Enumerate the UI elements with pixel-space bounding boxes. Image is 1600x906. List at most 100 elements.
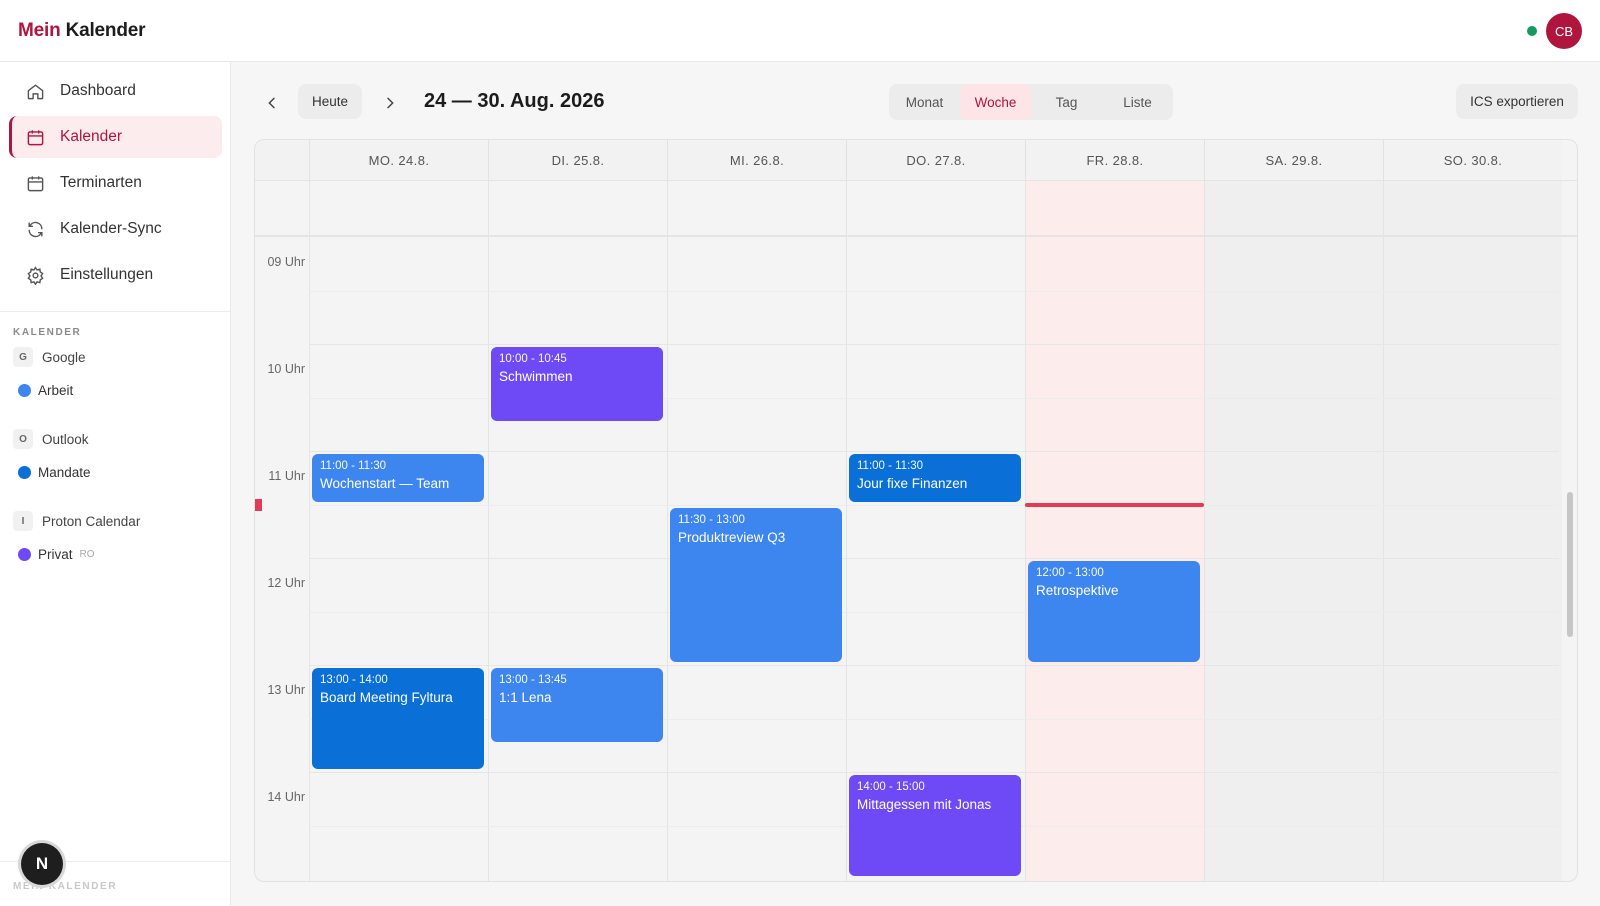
- home-icon: [25, 81, 45, 101]
- read-only-badge: RO: [79, 549, 95, 560]
- day-header[interactable]: MI. 26.8.: [667, 140, 846, 180]
- hour-line: [309, 344, 1559, 345]
- calendar-label: Privat: [38, 547, 73, 562]
- event-title: Wochenstart — Team: [320, 476, 450, 491]
- calendar-event[interactable]: 10:00 - 10:45 Schwimmen: [491, 347, 663, 422]
- calendar-event[interactable]: 11:00 - 11:30 Jour fixe Finanzen: [849, 454, 1021, 502]
- online-status-icon: [1527, 26, 1537, 36]
- calendar-item-mandate[interactable]: Mandate: [18, 465, 91, 480]
- day-header[interactable]: DI. 25.8.: [488, 140, 667, 180]
- hour-label: 11 Uhr: [268, 469, 305, 483]
- calendar-color-dot: [18, 548, 31, 561]
- event-title: Mittagessen mit Jonas: [857, 797, 992, 812]
- calendar-item-privat[interactable]: Privat RO: [18, 547, 95, 562]
- account-outlook: O Outlook: [13, 429, 89, 449]
- brand-main: Kalender: [65, 20, 146, 41]
- hour-line: [309, 558, 1559, 559]
- section-title: KALENDER: [13, 327, 82, 338]
- app-header: Mein Kalender CB: [0, 0, 1600, 62]
- event-title: Jour fixe Finanzen: [857, 476, 968, 491]
- brand-accent: Mein: [18, 20, 61, 41]
- sync-icon: [25, 219, 45, 239]
- calendar-label: Arbeit: [38, 383, 74, 398]
- day-header[interactable]: DO. 27.8.: [846, 140, 1025, 180]
- view-day-button[interactable]: Tag: [1031, 84, 1102, 120]
- day-header[interactable]: SO. 30.8.: [1383, 140, 1562, 180]
- hour-label: 13 Uhr: [267, 683, 305, 697]
- gear-icon: [25, 265, 45, 285]
- account-label: Proton Calendar: [42, 513, 141, 529]
- hour-label: 09 Uhr: [267, 255, 305, 269]
- event-time: 14:00 - 15:00: [857, 781, 925, 793]
- current-time-line: [1025, 502, 1204, 507]
- calendar-event[interactable]: 14:00 - 15:00 Mittagessen mit Jonas: [849, 775, 1021, 876]
- calendar-label: Mandate: [38, 465, 91, 480]
- sidebar-item-dashboard[interactable]: Dashboard: [9, 70, 222, 112]
- calendar-event[interactable]: 12:00 - 13:00 Retrospektive: [1028, 561, 1200, 662]
- day-header[interactable]: FR. 28.8.: [1025, 140, 1204, 180]
- floating-action-button[interactable]: N: [21, 843, 63, 885]
- calendar-event[interactable]: 11:30 - 13:00 Produktreview Q3: [670, 507, 842, 662]
- hour-line: [309, 451, 1559, 452]
- ics-export-button[interactable]: ICS exportieren: [1456, 84, 1578, 119]
- event-time: 13:00 - 14:00: [320, 674, 388, 686]
- sidebar-item-terminarten[interactable]: Terminarten: [9, 162, 222, 204]
- all-day-row: [255, 180, 1577, 237]
- calendar-event[interactable]: 11:00 - 11:30 Wochenstart — Team: [312, 454, 484, 502]
- calendar-event[interactable]: 13:00 - 14:00 Board Meeting Fyltura: [312, 668, 484, 769]
- account-badge: G: [13, 347, 33, 367]
- hour-line: [309, 772, 1559, 773]
- sidebar-item-label: Terminarten: [60, 174, 142, 191]
- next-week-button[interactable]: [375, 88, 405, 118]
- vertical-scrollbar[interactable]: [1567, 492, 1573, 637]
- view-week-button[interactable]: Woche: [960, 84, 1031, 120]
- event-time: 13:00 - 13:45: [499, 674, 567, 686]
- event-title: 1:1 Lena: [499, 690, 552, 705]
- sidebar-item-kalender[interactable]: Kalender: [9, 116, 222, 158]
- app-logo[interactable]: Mein Kalender: [18, 20, 145, 42]
- account-proton: I Proton Calendar: [13, 511, 140, 531]
- hour-label: 12 Uhr: [267, 576, 305, 590]
- sidebar-divider: [0, 311, 230, 312]
- half-hour-line: [309, 611, 1559, 613]
- account-google: G Google: [13, 347, 86, 367]
- date-range-title: 24 — 30. Aug. 2026: [424, 90, 605, 112]
- day-column[interactable]: [1204, 180, 1383, 881]
- calendar-outline-icon: [25, 173, 45, 193]
- event-title: Retrospektive: [1036, 583, 1119, 598]
- sidebar-item-label: Einstellungen: [60, 266, 154, 283]
- view-list-button[interactable]: Liste: [1102, 84, 1173, 120]
- event-title: Board Meeting Fyltura: [320, 690, 453, 705]
- sidebar-item-kalender-sync[interactable]: Kalender-Sync: [9, 208, 222, 250]
- calendar-color-dot: [18, 384, 31, 397]
- today-button[interactable]: Heute: [298, 84, 362, 119]
- calendar-color-dot: [18, 466, 31, 479]
- sidebar-item-label: Kalender: [60, 128, 123, 145]
- day-column[interactable]: [488, 180, 667, 881]
- sidebar-item-label: Dashboard: [60, 82, 136, 99]
- hour-line: [309, 665, 1559, 666]
- half-hour-line: [309, 504, 1559, 506]
- sidebar-item-einstellungen[interactable]: Einstellungen: [9, 254, 222, 296]
- user-avatar[interactable]: CB: [1546, 13, 1582, 49]
- event-title: Produktreview Q3: [678, 529, 786, 545]
- day-column[interactable]: [1025, 180, 1204, 881]
- calendar-event[interactable]: 13:00 - 13:45 1:1 Lena: [491, 668, 663, 743]
- view-switcher: Monat Woche Tag Liste: [889, 84, 1173, 120]
- view-month-button[interactable]: Monat: [889, 84, 960, 120]
- event-title: Schwimmen: [499, 369, 573, 384]
- calendar-icon: [25, 127, 45, 147]
- calendar-item-arbeit[interactable]: Arbeit: [18, 383, 73, 398]
- day-header[interactable]: SA. 29.8.: [1204, 140, 1383, 180]
- account-badge: O: [13, 429, 33, 449]
- day-header[interactable]: MO. 24.8.: [309, 140, 488, 180]
- event-time: 11:00 - 11:30: [320, 460, 387, 472]
- week-grid: MO. 24.8. DI. 25.8. MI. 26.8. DO. 27.8. FR. …: [254, 139, 1578, 882]
- header-gutter: [255, 140, 309, 180]
- day-column[interactable]: [1383, 180, 1562, 881]
- event-time: 10:00 - 10:45: [499, 353, 567, 365]
- previous-week-button[interactable]: [257, 88, 287, 118]
- half-hour-line: [309, 290, 1559, 292]
- sidebar: Dashboard Kalender Terminarten Kalender-…: [0, 62, 231, 906]
- day-column[interactable]: [309, 180, 488, 881]
